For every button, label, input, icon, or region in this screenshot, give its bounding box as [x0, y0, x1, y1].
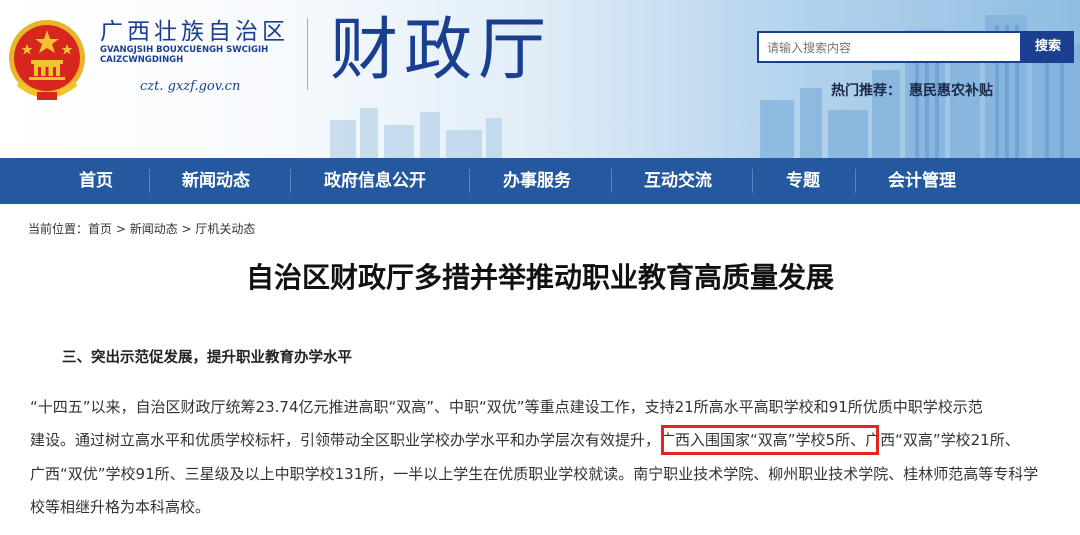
nav-item-home[interactable]: 首页: [79, 158, 113, 204]
paragraph-line: “十四五”以来，自治区财政厅统筹23.74亿元推进高职“双高”、中职“双优”等重…: [30, 398, 983, 416]
main-nav: 首页 新闻动态 政府信息公开 办事服务 互动交流 专题 会计管理: [0, 158, 1080, 204]
section-heading: 三、突出示范促发展，提升职业教育办学水平: [62, 350, 352, 366]
nav-item-news[interactable]: 新闻动态: [182, 158, 250, 204]
nav-item-services[interactable]: 办事服务: [503, 158, 571, 204]
breadcrumb-news[interactable]: 新闻动态: [130, 222, 178, 236]
site-header: 广西壮族自治区 GVANGJSIH BOUXCUENGH SWCIGIH CAI…: [0, 0, 1080, 158]
search-input[interactable]: [767, 41, 1017, 55]
breadcrumb-separator: >: [177, 222, 196, 236]
nav-separator: [752, 169, 753, 193]
nav-item-topics[interactable]: 专题: [786, 158, 820, 204]
nav-separator: [290, 169, 291, 193]
nav-separator: [611, 169, 612, 193]
nav-separator: [469, 169, 470, 193]
breadcrumb-home[interactable]: 首页: [88, 222, 112, 236]
search-box[interactable]: [757, 31, 1022, 63]
breadcrumb: 当前位置：首页 > 新闻动态 > 厅机关动态: [28, 220, 255, 237]
region-name-zhuang: GVANGJSIH BOUXCUENGH SWCIGIH CAIZCWNGDIN…: [100, 45, 269, 65]
paragraph-line: 校等相继升格为本科高校。: [30, 498, 211, 516]
paragraph-line: 广西“双优”学校91所、三星级及以上中职学校131所，一半以上学生在优质职业学校…: [30, 465, 1039, 483]
breadcrumb-dept-news[interactable]: 厅机关动态: [195, 222, 255, 236]
article-title: 自治区财政厅多措并举推动职业教育高质量发展: [245, 261, 834, 294]
breadcrumb-prefix: 当前位置：: [28, 222, 89, 236]
highlight-annotation: [661, 425, 879, 455]
hot-recommendations: 热门推荐： 惠民惠农补贴: [831, 80, 993, 100]
site-domain: czt. gxzf.gov.cn: [140, 79, 241, 94]
nav-item-accounting[interactable]: 会计管理: [888, 158, 956, 204]
nav-separator: [855, 169, 856, 193]
paragraph-line: 建设。通过树立高水平和优质学校标杆，引领带动全区职业学校办学水平和办学层次有效提…: [30, 431, 1020, 449]
nav-item-interaction[interactable]: 互动交流: [644, 158, 712, 204]
breadcrumb-separator: >: [112, 222, 130, 236]
department-name: 财政厅: [330, 11, 553, 90]
region-name: 广西壮族自治区: [100, 19, 289, 45]
hot-link-subsidy[interactable]: 惠民惠农补贴: [909, 83, 993, 99]
search-button[interactable]: 搜索: [1022, 31, 1074, 63]
national-emblem-icon: [9, 20, 85, 100]
nav-separator: [149, 169, 150, 193]
hot-label: 热门推荐：: [831, 83, 901, 99]
header-divider: [307, 18, 308, 90]
nav-item-gov-info[interactable]: 政府信息公开: [324, 158, 426, 204]
